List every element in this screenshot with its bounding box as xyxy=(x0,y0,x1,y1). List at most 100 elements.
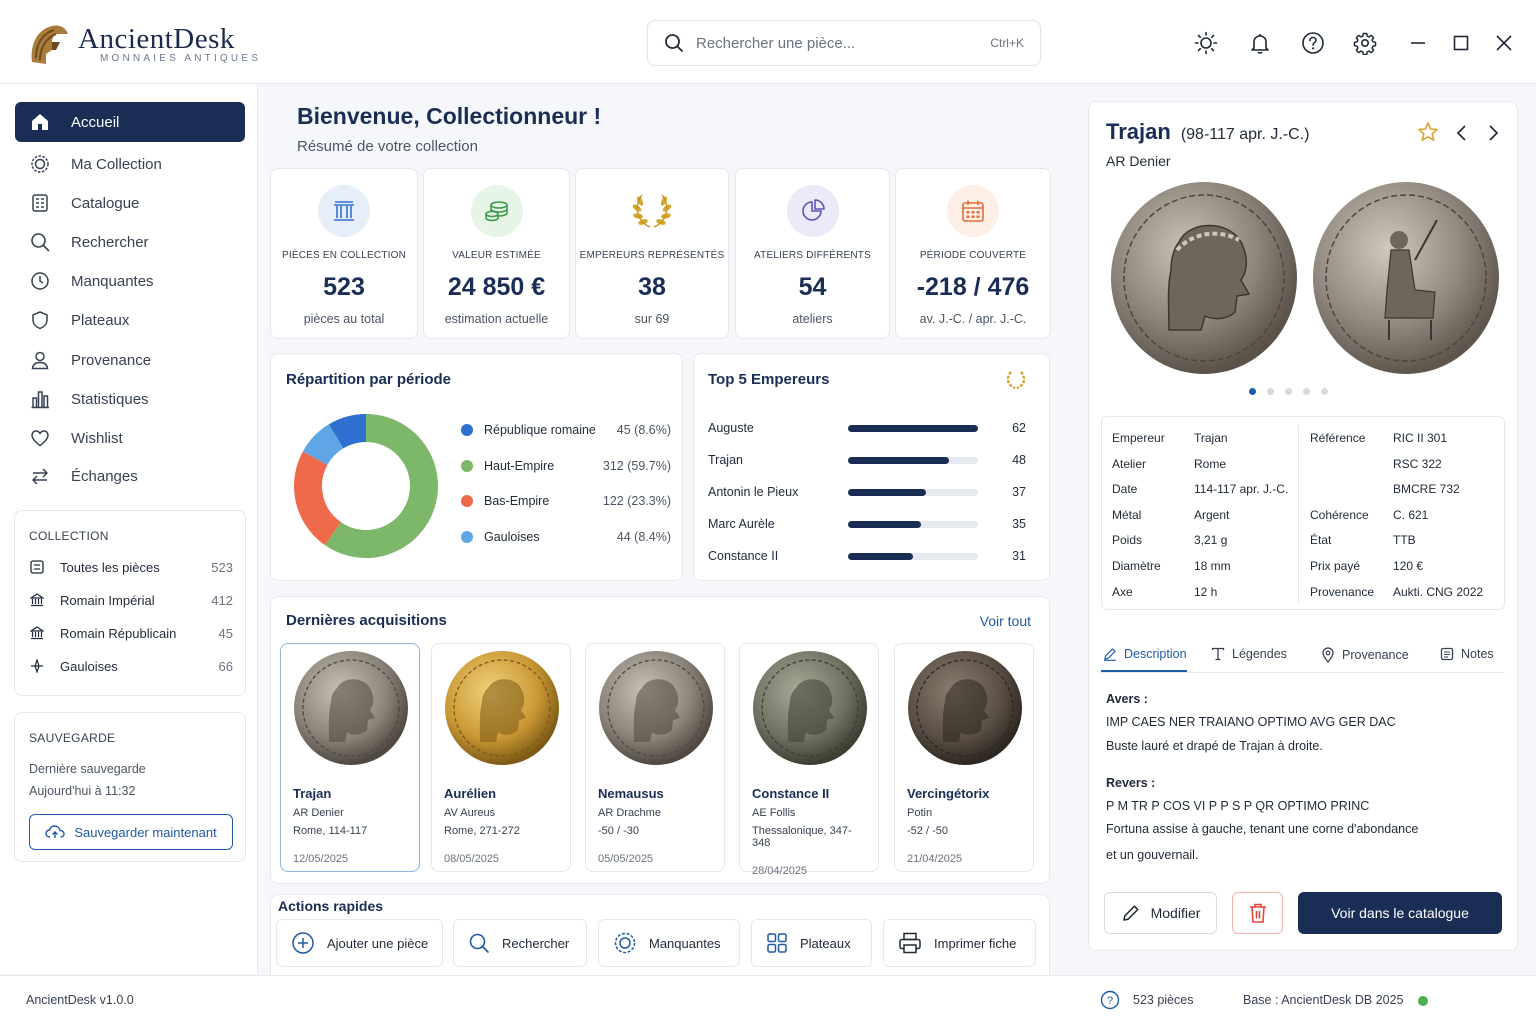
bell-icon[interactable] xyxy=(1247,30,1273,56)
delete-button[interactable] xyxy=(1232,892,1283,934)
sidebar-item--changes[interactable]: Échanges xyxy=(15,456,245,496)
gear-icon[interactable] xyxy=(1352,30,1378,56)
coin-obverse-image[interactable] xyxy=(1109,180,1299,376)
sidebar-item-ma-collection[interactable]: Ma Collection xyxy=(15,144,245,184)
view-catalog-label: Voir dans le catalogue xyxy=(1331,905,1469,921)
field-value: 120 € xyxy=(1393,559,1424,573)
coin-reverse-image[interactable] xyxy=(1311,180,1501,376)
sidebar-item-plateaux[interactable]: Plateaux xyxy=(15,300,245,340)
sidebar-item-wishlist[interactable]: Wishlist xyxy=(15,418,245,458)
collection-panel: COLLECTION Toutes les pièces 523 Romain … xyxy=(14,510,246,696)
collection-title: COLLECTION xyxy=(29,529,109,543)
backup-now-button[interactable]: Sauvegarder maintenant xyxy=(29,814,233,850)
acquisition-card[interactable]: Trajan AR Denier Rome, 114-117 12/05/2025 xyxy=(280,643,420,872)
collection-item-label: Romain Républicain xyxy=(60,625,177,641)
collection-item-count: 45 xyxy=(218,625,233,641)
edit-button[interactable]: Modifier xyxy=(1104,892,1217,934)
field-value: Aukti. CNG 2022 xyxy=(1393,584,1484,599)
page-subtitle: Résumé de votre collection xyxy=(297,138,478,155)
collection-item-gaul[interactable]: Gauloises 66 xyxy=(29,655,233,677)
collection-item-republic[interactable]: Romain Républicain 45 xyxy=(29,622,233,644)
detail-name: Trajan xyxy=(1106,119,1171,144)
emperor-row[interactable]: Trajan 48 xyxy=(708,450,1026,470)
see-all-link[interactable]: Voir tout xyxy=(980,613,1031,629)
sidebar-item-manquantes[interactable]: Manquantes xyxy=(15,261,245,301)
coin-gear-icon xyxy=(614,932,636,954)
donut-slice-gauloises[interactable] xyxy=(302,424,344,466)
tab-legends[interactable]: Légendes xyxy=(1211,647,1287,661)
chevron-left-icon[interactable] xyxy=(1454,123,1470,143)
donut-slice-r-publique-romaine[interactable] xyxy=(328,414,367,449)
search-icon xyxy=(665,34,683,52)
stat-card-pieces: PIÈCES EN COLLECTION 523 pièces au total xyxy=(270,168,418,339)
sun-icon[interactable] xyxy=(1193,30,1219,56)
sidebar: Accueil Ma Collection Catalogue Rechercher M… xyxy=(0,84,258,974)
sidebar-item-catalogue[interactable]: Catalogue xyxy=(15,183,245,223)
legend-dot xyxy=(461,495,473,507)
tab-notes[interactable]: Notes xyxy=(1440,647,1494,661)
emperor-row[interactable]: Constance II 31 xyxy=(708,546,1026,566)
search-bar[interactable]: Rechercher une pièce... Ctrl+K xyxy=(647,20,1041,66)
image-pagination[interactable] xyxy=(1249,388,1328,395)
stat-label: VALEUR ESTIMÉE xyxy=(452,250,541,261)
acquisition-type: Potin xyxy=(907,807,933,819)
emperor-name: Antonin le Pieux xyxy=(708,485,799,499)
tab-description[interactable]: Description xyxy=(1103,647,1187,661)
acquisition-card[interactable]: Constance II AE Follis Thessalonique, 347-… xyxy=(739,643,879,877)
text-icon xyxy=(1211,647,1225,661)
search-icon xyxy=(469,933,489,953)
sidebar-item-accueil[interactable]: Accueil xyxy=(15,102,245,142)
add-coin-button[interactable]: Ajouter une pièce xyxy=(276,919,443,967)
missing-action-button[interactable]: Manquantes xyxy=(598,919,740,967)
minimize-icon[interactable] xyxy=(1405,30,1431,56)
tab-provenance[interactable]: Provenance xyxy=(1321,647,1409,663)
sidebar-item-rechercher[interactable]: Rechercher xyxy=(15,222,245,262)
sidebar-item-label: Accueil xyxy=(71,113,120,131)
tabs-divider xyxy=(1101,672,1505,673)
emperor-bar-track xyxy=(848,520,978,528)
acquisition-card[interactable]: Aurélien AV Aureus Rome, 271-272 08/05/2025 xyxy=(431,643,571,872)
person-icon xyxy=(29,349,51,371)
help-icon[interactable] xyxy=(1300,30,1326,56)
laurel-icon xyxy=(1006,371,1026,390)
print-action-button[interactable]: Imprimer fiche xyxy=(883,919,1036,967)
stat-value: 54 xyxy=(798,273,827,301)
acquisition-detail: -52 / -50 xyxy=(907,825,948,837)
stat-card-value: VALEUR ESTIMÉE 24 850 € estimation actue… xyxy=(423,168,570,339)
coin-detail-panel: Trajan (98-117 apr. J.-C.) AR Denier Emp… xyxy=(1088,101,1518,951)
search-action-button[interactable]: Rechercher xyxy=(453,919,587,967)
acquisition-card[interactable]: Nemausus AR Drachme -50 / -30 05/05/2025 xyxy=(585,643,725,872)
pagination-dot[interactable] xyxy=(1285,388,1292,395)
pagination-dot[interactable] xyxy=(1321,388,1328,395)
search-icon xyxy=(29,231,51,253)
collection-item-imperial[interactable]: Romain Impérial 412 xyxy=(29,589,233,611)
legend-label: Bas-Empire xyxy=(484,494,550,508)
emperor-row[interactable]: Antonin le Pieux 37 xyxy=(708,482,1026,502)
top-emperors-card: Top 5 Empereurs Auguste 62 Trajan 48 Antonin… xyxy=(693,353,1050,581)
app-logo[interactable]: AncientDesk MONNAIES ANTIQUES xyxy=(26,20,261,68)
close-icon[interactable] xyxy=(1491,30,1517,56)
pagination-dot[interactable] xyxy=(1249,388,1256,395)
maximize-icon[interactable] xyxy=(1448,30,1474,56)
trays-action-button[interactable]: Plateaux xyxy=(751,919,872,967)
acquisition-name: Vercingétorix xyxy=(907,786,990,801)
emperor-row[interactable]: Auguste 62 xyxy=(708,418,1026,438)
chevron-right-icon[interactable] xyxy=(1485,123,1501,143)
temple-icon xyxy=(29,626,45,640)
coin-count-icon: ? xyxy=(1100,990,1120,1010)
search-input[interactable]: Rechercher une pièce... xyxy=(696,35,978,52)
star-favorite-icon[interactable] xyxy=(1417,121,1439,143)
donut-slice-bas-empire[interactable] xyxy=(294,451,342,546)
acquisition-card[interactable]: Vercingétorix Potin -52 / -50 21/04/2025 xyxy=(894,643,1034,872)
pagination-dot[interactable] xyxy=(1267,388,1274,395)
collection-item-all[interactable]: Toutes les pièces 523 xyxy=(29,556,233,578)
sidebar-item-provenance[interactable]: Provenance xyxy=(15,340,245,380)
acquisition-date: 21/04/2025 xyxy=(907,853,963,865)
legend-dot xyxy=(461,531,473,543)
sidebar-item-statistiques[interactable]: Statistiques xyxy=(15,379,245,419)
legend-label: République romaine xyxy=(484,423,596,437)
view-catalog-button[interactable]: Voir dans le catalogue xyxy=(1298,892,1502,934)
pagination-dot[interactable] xyxy=(1303,388,1310,395)
emperor-row[interactable]: Marc Aurèle 35 xyxy=(708,514,1026,534)
table-divider xyxy=(1298,425,1299,603)
